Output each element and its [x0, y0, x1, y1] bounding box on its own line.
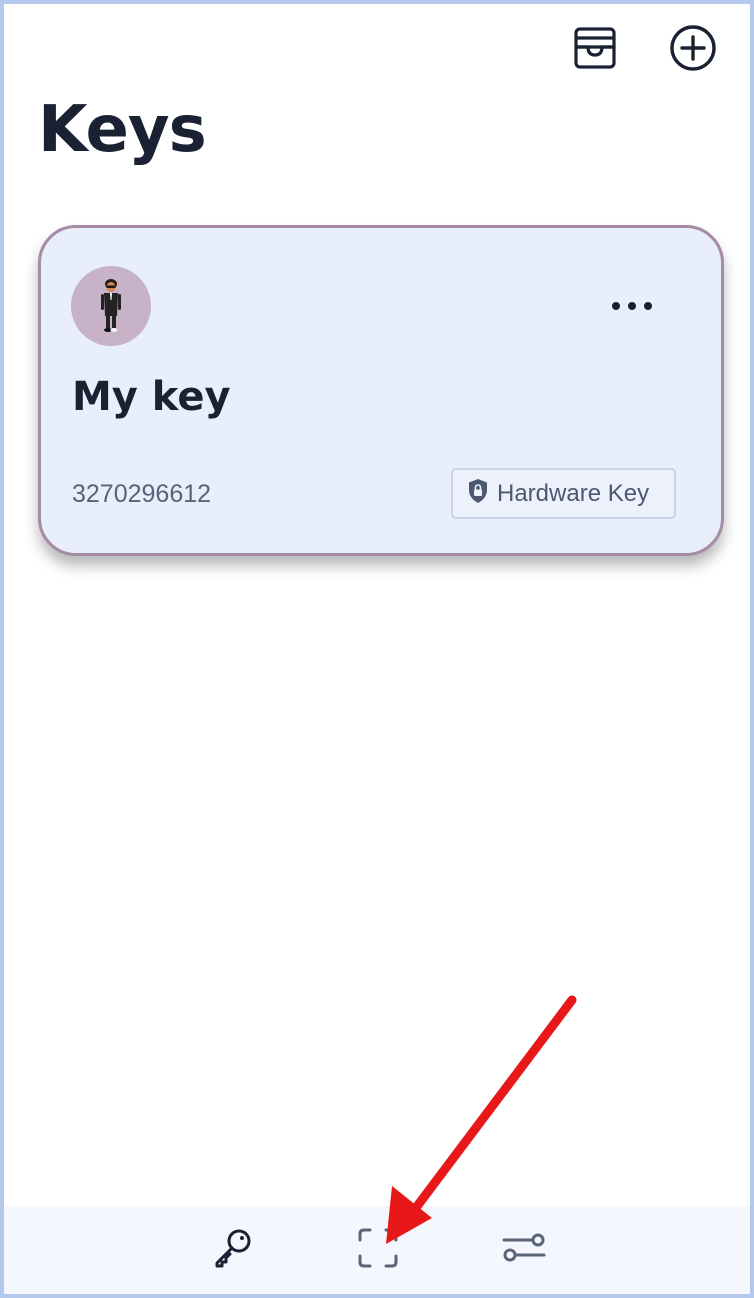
settings-sliders-icon — [501, 1228, 547, 1273]
hardware-key-badge: Hardware Key — [451, 468, 676, 519]
more-options-button[interactable] — [597, 286, 667, 326]
app-window: Keys My key 3270296612 Hardware Key — [0, 0, 754, 1298]
avatar — [71, 266, 151, 346]
annotation-arrow — [386, 995, 577, 1244]
key-card[interactable]: My key 3270296612 Hardware Key — [38, 225, 724, 556]
nav-keys-button[interactable] — [209, 1226, 257, 1274]
page-title: Keys — [38, 93, 207, 167]
shield-lock-icon — [467, 478, 489, 509]
plus-circle-icon[interactable] — [669, 24, 717, 72]
badge-label: Hardware Key — [497, 479, 650, 507]
more-horizontal-icon — [612, 302, 620, 310]
nav-settings-button[interactable] — [500, 1226, 548, 1274]
person-emoji-avatar — [101, 279, 121, 332]
key-icon — [211, 1226, 255, 1275]
key-id: 3270296612 — [72, 480, 212, 508]
key-name: My key — [72, 374, 231, 420]
wallet-icon[interactable] — [571, 24, 619, 72]
scan-icon — [356, 1226, 400, 1275]
bottom-nav — [4, 1206, 750, 1294]
nav-scan-button[interactable] — [354, 1226, 402, 1274]
